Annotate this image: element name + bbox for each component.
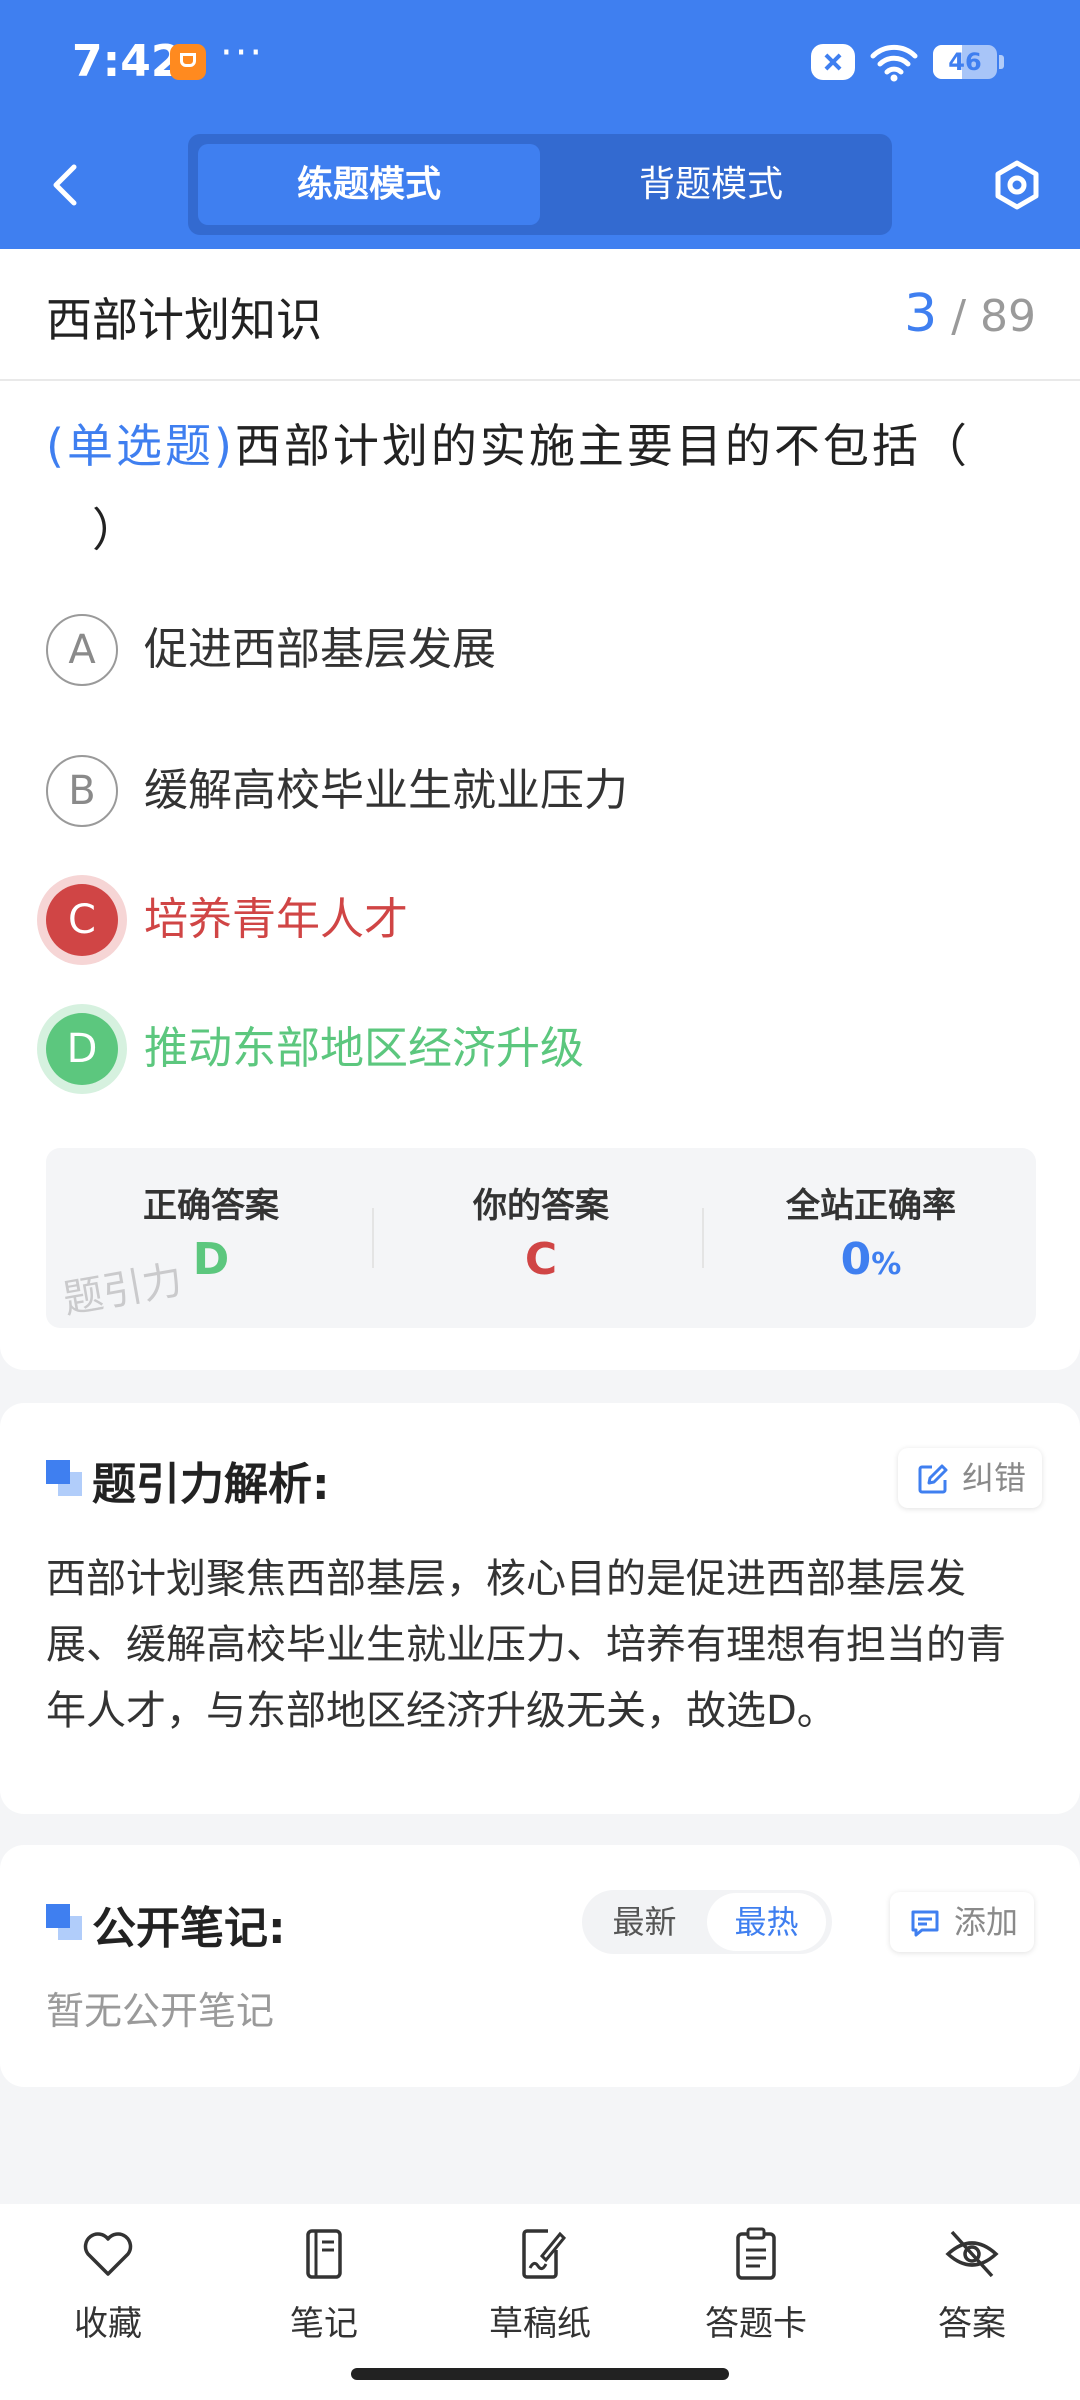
counter-total: / 89 [951,291,1036,342]
status-icons: 46 [811,42,1004,82]
analysis-heading: 题引力解析: [92,1459,330,1510]
close-box-status-icon [811,44,855,80]
option-c[interactable]: C 培养青年人才 [46,884,1006,956]
option-a[interactable]: A 促进西部基层发展 [46,614,1006,686]
question-counter: 3 / 89 [904,284,1036,344]
tab-memorize-mode[interactable]: 背题模式 [540,144,882,225]
nav-label: 答案 [938,2304,1006,2344]
stat-site-accuracy: 全站正确率 0% [706,1148,1036,1328]
notes-heading: 公开笔记: [92,1903,286,1954]
nav-answer-toggle[interactable]: 答案 [892,2226,1052,2346]
section-squares-icon [46,1904,84,1942]
notes-sort-toggle: 最新 最热 [582,1890,832,1954]
add-note-label: 添加 [954,1903,1019,1941]
option-letter: A [46,614,118,686]
nav-label: 收藏 [74,2304,142,2344]
home-indicator[interactable] [351,2368,729,2380]
question-type: (单选题) [46,419,235,473]
stat-label: 正确答案 [143,1186,279,1226]
nav-label: 笔记 [290,2304,358,2344]
stat-value: 0% [706,1234,1036,1285]
nav-favorite[interactable]: 收藏 [28,2226,188,2346]
report-error-button[interactable]: 纠错 [898,1448,1043,1508]
battery-indicator: 46 [933,45,997,79]
battery-tip [999,55,1004,69]
question-text: (单选题)西部计划的实施主要目的不包括（ ） [46,404,1046,572]
comment-icon [911,1910,939,1937]
answer-sheet-icon [736,2227,776,2280]
battery-level-text: 46 [948,48,982,76]
answer-stats-panel: 正确答案 D 你的答案 C 全站正确率 0% 题引力 [46,1148,1036,1328]
option-b[interactable]: B 缓解高校毕业生就业压力 [46,755,1006,827]
question-line-1: 西部计划的实施主要目的不包括（ [234,419,970,473]
rate-number: 0 [840,1234,872,1285]
shopping-app-notification-icon [170,44,206,80]
mode-toggle: 练题模式 背题模式 [188,134,892,235]
option-letter: B [46,755,118,827]
stat-label: 全站正确率 [786,1186,956,1226]
analysis-text: 西部计划聚焦西部基层，核心目的是促进西部基层发展、缓解高校毕业生就业压力、培养有… [46,1556,1006,1734]
notes-card [0,1845,1080,2087]
option-letter: C [46,884,118,956]
report-error-label: 纠错 [962,1459,1027,1497]
eye-off-icon [945,2230,999,2278]
option-text: 培养青年人才 [144,894,408,945]
section-title: 西部计划知识 [46,293,322,347]
nav-label: 草稿纸 [489,2304,591,2344]
nav-notes[interactable]: 笔记 [244,2226,404,2346]
nav-draft-paper[interactable]: 草稿纸 [460,2226,620,2346]
counter-current: 3 [904,284,938,344]
section-squares-icon [46,1460,84,1498]
stat-label: 你的答案 [473,1186,609,1226]
draft-paper-icon [522,2229,567,2279]
status-bar: 7:42 ··· 46 [0,0,1080,125]
option-letter: D [46,1013,118,1085]
option-text: 促进西部基层发展 [144,624,496,675]
more-notifications-dots: ··· [220,30,265,76]
settings-hexagon-icon[interactable] [990,155,1044,215]
status-time: 7:42 [72,36,182,87]
sort-latest-button[interactable]: 最新 [582,1890,707,1954]
stat-divider [702,1208,704,1268]
stat-your-answer: 你的答案 C [376,1148,706,1328]
add-note-button[interactable]: 添加 [890,1892,1035,1952]
heart-icon [83,2232,133,2276]
option-d[interactable]: D 推动东部地区经济升级 [46,1013,1006,1085]
top-header: 7:42 ··· 46 练题模式 背题模式 [0,0,1080,249]
header-divider [0,379,1080,381]
notes-empty-text: 暂无公开笔记 [46,1989,275,2033]
stat-divider [372,1208,374,1268]
stat-value: C [524,1234,558,1285]
tab-practice-mode[interactable]: 练题模式 [198,144,540,225]
rate-unit: % [871,1247,902,1282]
wifi-icon [870,44,918,82]
notebook-icon [306,2229,342,2279]
question-line-2: ） [92,503,141,557]
nav-label: 答题卡 [705,2304,807,2344]
back-chevron-icon[interactable] [40,155,90,215]
option-text: 缓解高校毕业生就业压力 [144,765,628,816]
sort-hot-button[interactable]: 最热 [707,1893,826,1951]
option-text: 推动东部地区经济升级 [144,1023,584,1074]
nav-answer-sheet[interactable]: 答题卡 [676,2226,836,2346]
edit-icon [918,1464,948,1494]
